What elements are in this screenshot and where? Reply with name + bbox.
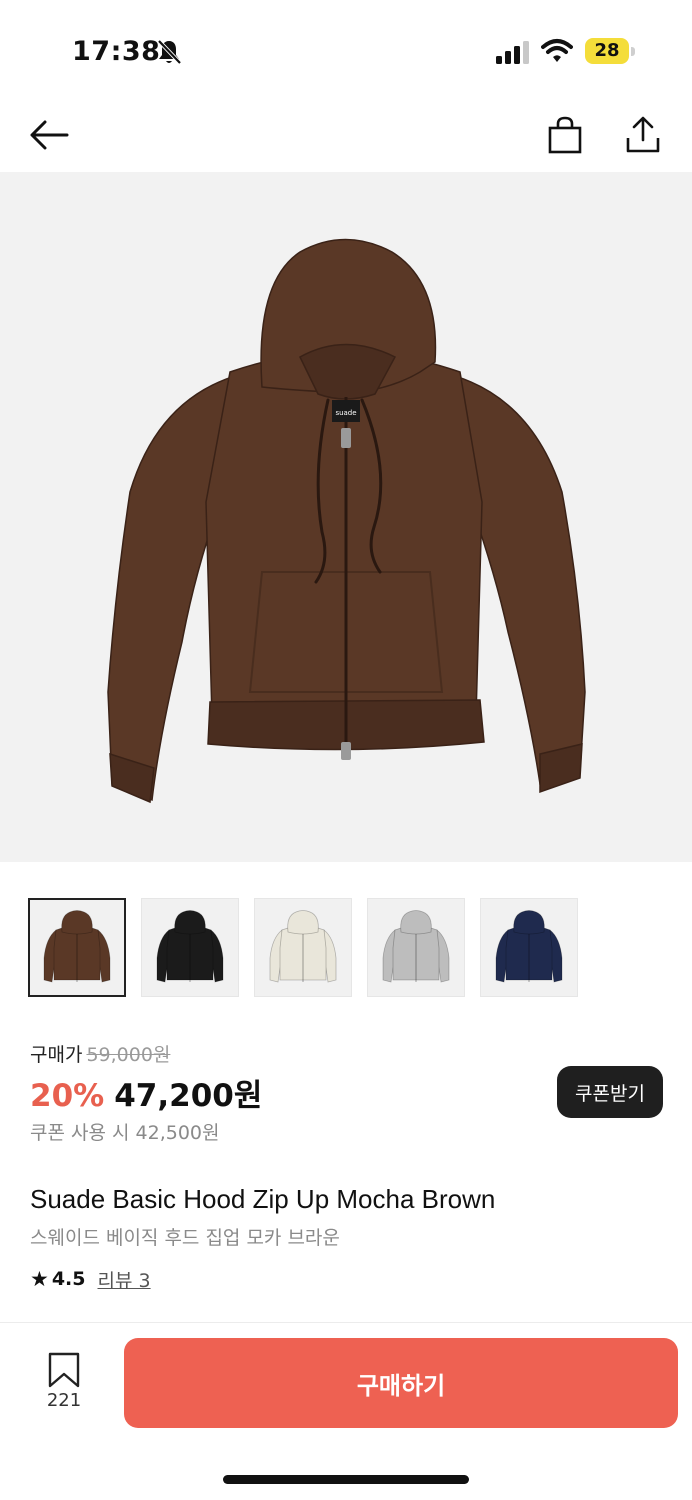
zipper-pull-bottom: [341, 742, 351, 760]
variant-hoodie-icon: [269, 909, 337, 982]
variant-thumbnail[interactable]: [28, 898, 126, 997]
price-label-row: 구매가 59,000원: [30, 1040, 170, 1067]
back-button[interactable]: [26, 112, 72, 158]
signal-bars-icon: [496, 41, 529, 64]
original-price: 59,000원: [86, 1044, 171, 1066]
cart-button[interactable]: [542, 112, 588, 158]
rating-value: 4.5: [51, 1268, 86, 1290]
get-coupon-button[interactable]: 쿠폰받기: [557, 1066, 663, 1118]
bell-slash-icon: [157, 39, 182, 65]
zipper-pull-top: [341, 428, 351, 448]
nav-bar: [0, 100, 692, 172]
buy-button[interactable]: 구매하기: [124, 1338, 678, 1428]
status-time: 17:38: [72, 36, 161, 67]
product-name-korean: 스웨이드 베이직 후드 집업 모카 브라운: [30, 1227, 340, 1249]
variant-hoodie-icon: [43, 909, 111, 982]
battery-nub: [631, 47, 635, 56]
variant-thumbnail[interactable]: [480, 898, 578, 997]
share-icon: [626, 116, 660, 153]
hoodie-shape: [513, 909, 545, 934]
product-image[interactable]: suade: [0, 172, 692, 862]
variant-thumbnail[interactable]: [367, 898, 465, 997]
battery-icon: 28: [585, 38, 635, 64]
bookmark-count: 221: [46, 1390, 82, 1411]
price-label: 구매가: [30, 1044, 83, 1066]
hoodie-shape: [400, 909, 432, 934]
sale-price: 47,200원: [114, 1078, 263, 1114]
variant-thumbnail[interactable]: [141, 898, 239, 997]
wifi-icon: [541, 39, 573, 62]
bookmark-button[interactable]: 221: [38, 1352, 90, 1416]
brand-label-text: suade: [335, 409, 356, 417]
status-bar: 17:38 28: [0, 0, 692, 100]
price-row: 20% 47,200원: [30, 1070, 262, 1115]
battery-level: 28: [594, 40, 620, 61]
hoodie-illustration: suade: [107, 238, 586, 804]
hoodie-shape: [174, 909, 206, 934]
product-name: Suade Basic Hood Zip Up Mocha Brown: [30, 1184, 496, 1214]
share-button[interactable]: [620, 112, 666, 158]
star-icon: ★: [30, 1267, 49, 1291]
variant-hoodie-icon: [156, 909, 224, 982]
rating-row: ★ 4.5 리뷰 3: [30, 1265, 151, 1293]
shopping-bag-icon: [548, 116, 582, 154]
hoodie-shape: [61, 909, 93, 934]
back-arrow-icon: [30, 120, 69, 150]
bookmark-icon: [48, 1352, 80, 1388]
variant-thumbnail[interactable]: [254, 898, 352, 997]
home-indicator[interactable]: [223, 1475, 469, 1484]
variant-hoodie-icon: [382, 909, 450, 982]
coupon-price: 쿠폰 사용 시 42,500원: [30, 1122, 220, 1144]
review-link[interactable]: 리뷰 3: [98, 1266, 151, 1293]
discount-rate: 20%: [30, 1078, 105, 1114]
hoodie-shape: [287, 909, 319, 934]
variant-thumbnails: [28, 898, 668, 998]
divider: [0, 1322, 692, 1323]
variant-hoodie-icon: [495, 909, 563, 982]
